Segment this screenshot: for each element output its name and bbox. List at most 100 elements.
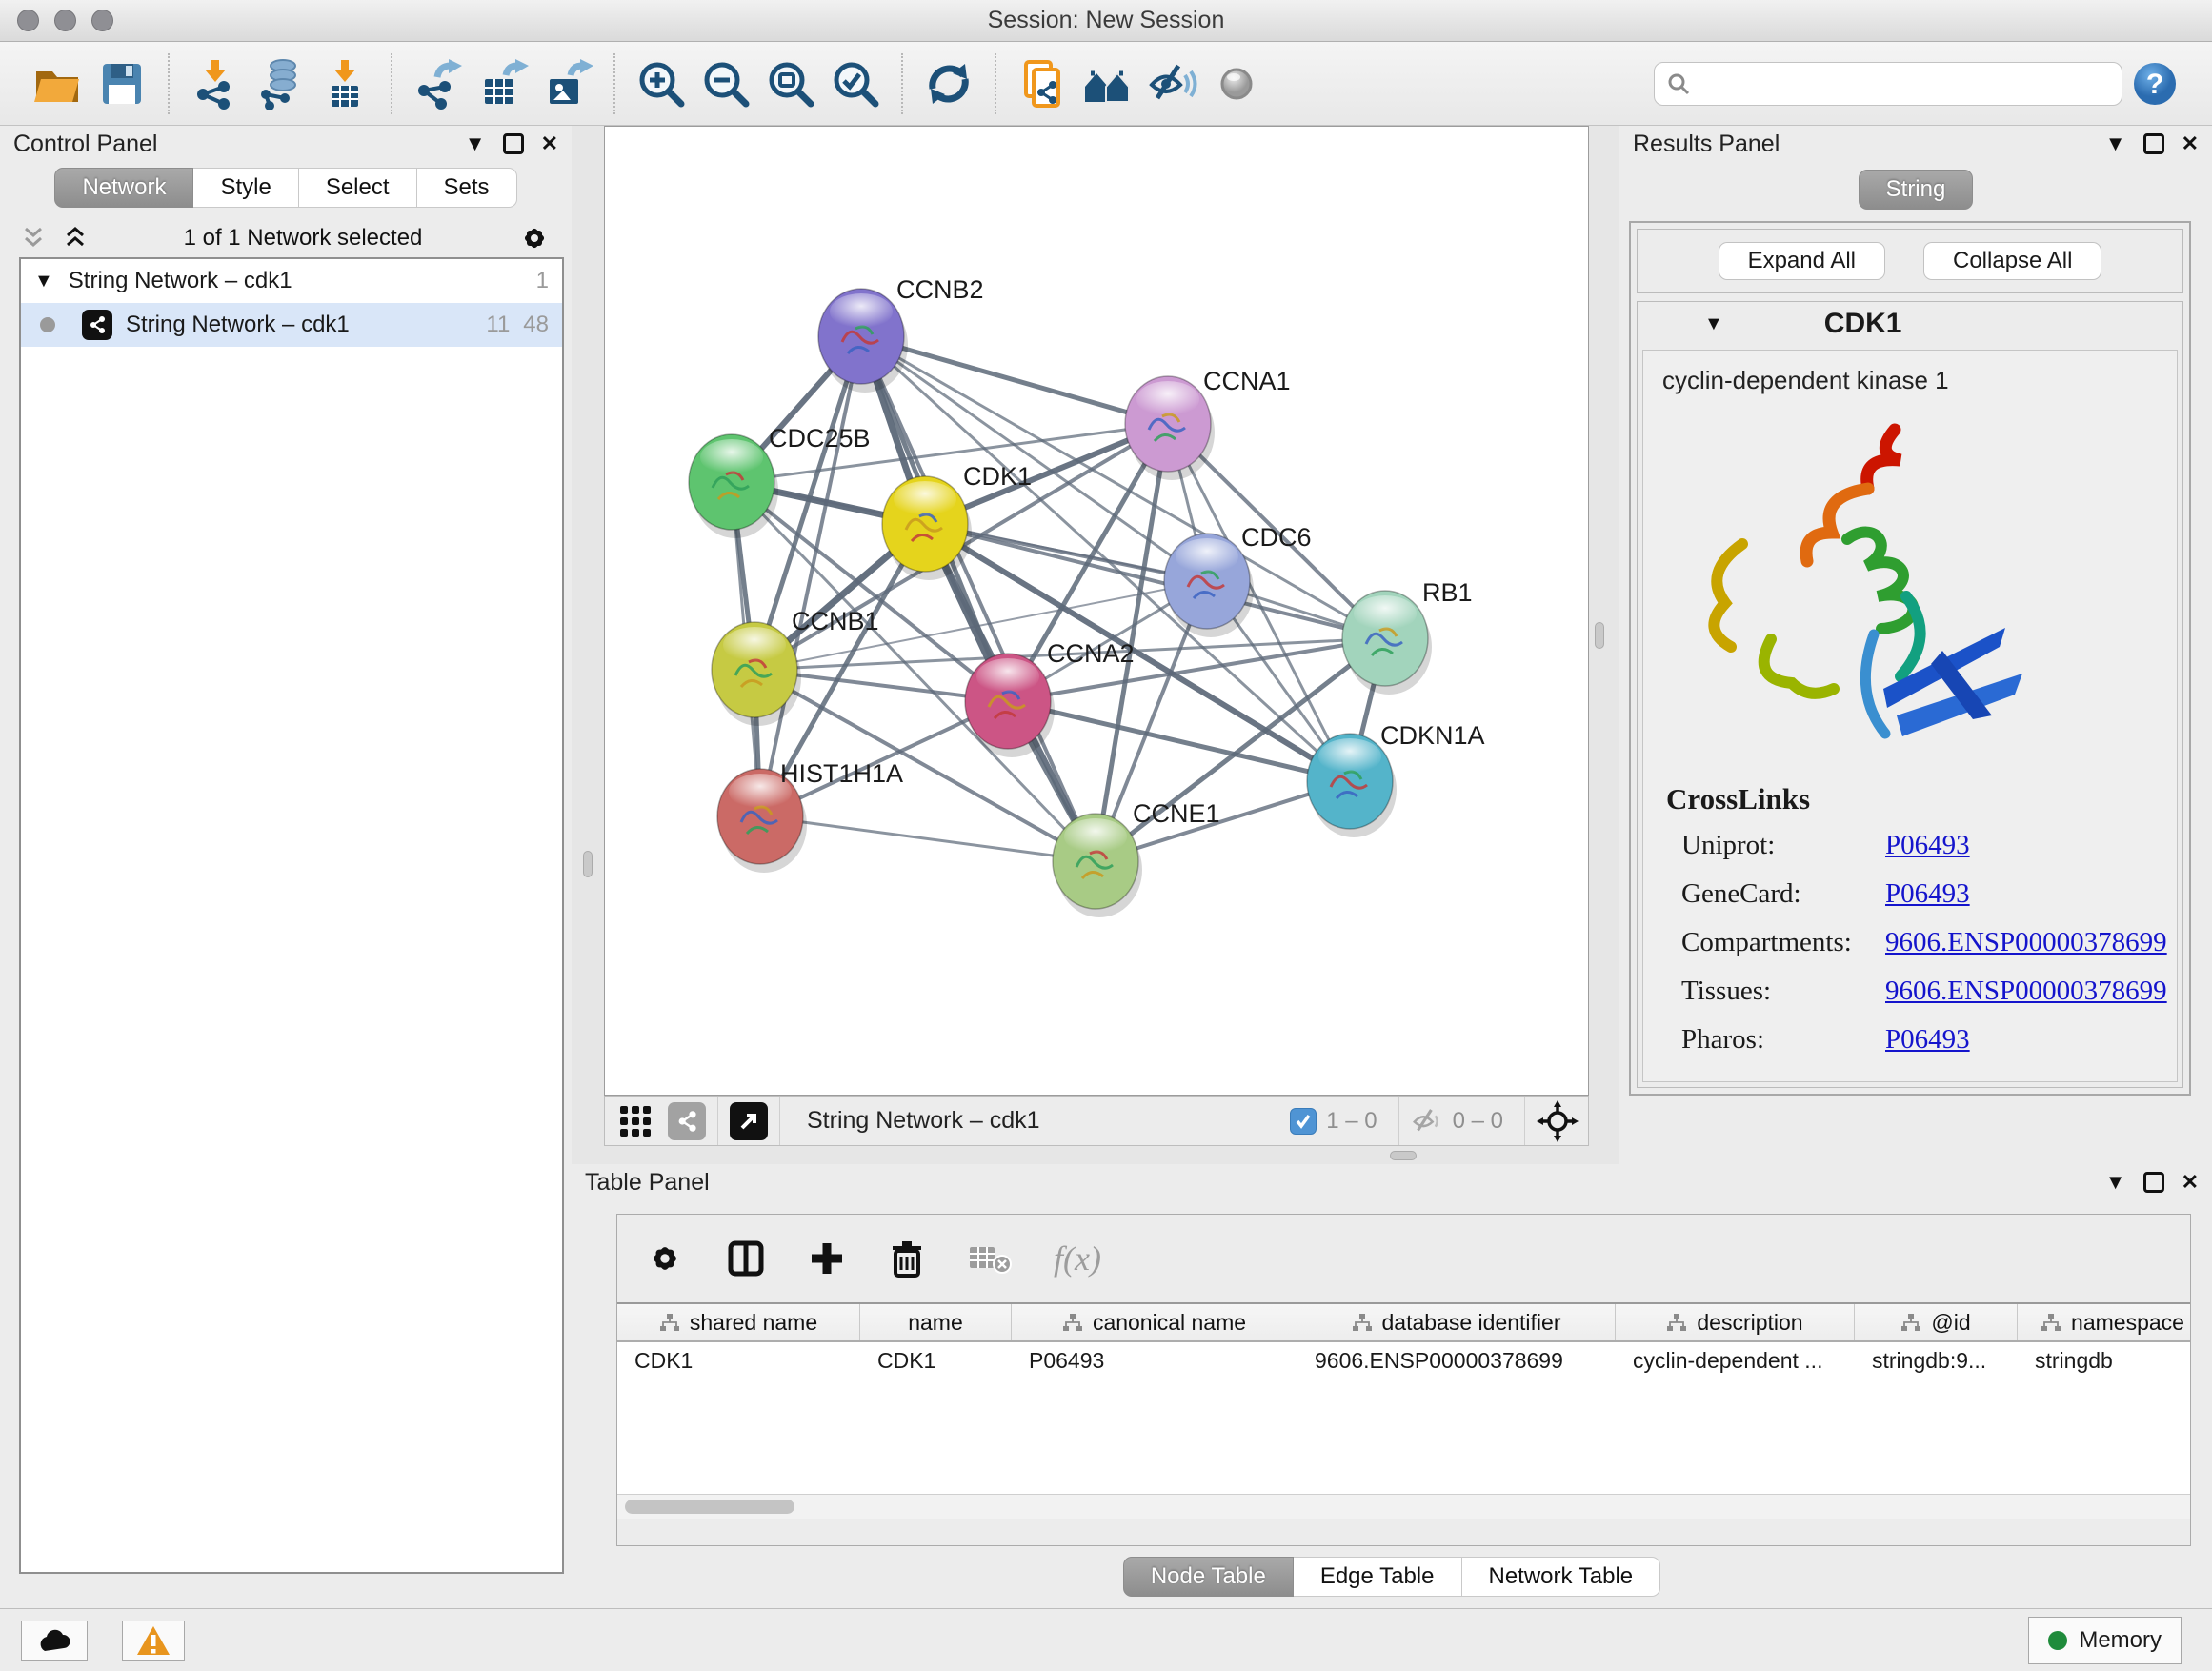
node-CDK1[interactable] [882,476,972,580]
tab-node-table[interactable]: Node Table [1123,1557,1294,1597]
column-header-shared-name[interactable]: shared name [617,1304,860,1340]
tab-network-table[interactable]: Network Table [1462,1557,1661,1597]
string-view-icon[interactable] [668,1102,706,1140]
panel-float-icon[interactable] [2143,1172,2164,1193]
node-CDC25B[interactable] [689,434,778,538]
protein-section-header[interactable]: ▼ CDK1 [1638,302,2182,346]
bottom-splitter-handle[interactable] [1390,1151,1417,1160]
refresh-icon[interactable] [921,54,976,113]
network-row[interactable]: String Network – cdk1 11 48 [21,303,562,347]
import-table-icon[interactable] [317,54,372,113]
left-splitter-handle[interactable] [583,851,593,877]
edge-CDK1-RB1[interactable] [925,524,1385,638]
node-CCNB2[interactable] [818,289,908,393]
fit-selected-crosshair-icon[interactable] [1537,1100,1579,1142]
collapse-all-icon[interactable] [21,226,46,251]
tab-network[interactable]: Network [54,168,193,208]
zoom-selected-icon[interactable] [828,54,883,113]
add-column-icon[interactable] [808,1239,846,1278]
delete-column-icon[interactable] [888,1239,926,1278]
grid-view-icon[interactable] [614,1100,656,1142]
collapse-all-button[interactable]: Collapse All [1923,242,2101,280]
zoom-fit-icon[interactable] [763,54,818,113]
table-cell[interactable]: P06493 [1012,1342,1297,1380]
selected-nodes-checkbox-icon[interactable] [1290,1108,1317,1135]
panel-close-icon[interactable]: ✕ [2182,1170,2199,1195]
crosslink-link[interactable]: P06493 [1885,830,1970,861]
crosslink-link[interactable]: P06493 [1885,878,1970,910]
panel-collapse-icon[interactable]: ▼ [2105,131,2126,156]
tab-select[interactable]: Select [299,168,417,208]
edge-CCNA2-CDKN1A[interactable] [1008,701,1350,781]
zoom-in-icon[interactable] [633,54,689,113]
tab-sets[interactable]: Sets [417,168,517,208]
table-cell[interactable]: stringdb [2018,1342,2190,1380]
table-cell[interactable]: CDK1 [617,1342,860,1380]
edge-CCNB2-HIST1H1A[interactable] [760,336,861,816]
save-session-icon[interactable] [94,54,150,113]
zoom-out-icon[interactable] [698,54,754,113]
network-graph[interactable]: CCNB2CCNA1CDC25BCDK1CDC6RB1CCNB1CCNA2CDK… [605,127,1588,1095]
panel-close-icon[interactable]: ✕ [541,131,558,156]
column-header-database-identifier[interactable]: database identifier [1297,1304,1616,1340]
node-CCNA1[interactable] [1125,376,1215,480]
export-network-icon[interactable] [411,54,466,113]
column-header-name[interactable]: name [860,1304,1012,1340]
warnings-button[interactable] [122,1621,185,1661]
expand-all-icon[interactable] [63,226,88,251]
network-canvas[interactable]: CCNB2CCNA1CDC25BCDK1CDC6RB1CCNB1CCNA2CDK… [604,126,1589,1096]
open-session-icon[interactable] [30,54,85,113]
table-hscrollbar[interactable] [617,1494,2190,1519]
memory-button[interactable]: Memory [2028,1617,2182,1664]
crosslink-link[interactable]: 9606.ENSP00000378699 [1885,927,2167,958]
tab-string[interactable]: String [1859,170,1974,210]
show-hide-glasses-icon[interactable] [1144,54,1199,113]
column-header-namespace[interactable]: namespace [2018,1304,2190,1340]
network-collection-row[interactable]: ▼ String Network – cdk1 1 [21,259,562,303]
right-splitter-handle[interactable] [1595,622,1604,649]
table-cell[interactable]: cyclin-dependent ... [1616,1342,1855,1380]
collection-caret-icon[interactable]: ▼ [34,271,53,292]
panel-collapse-icon[interactable]: ▼ [465,131,486,156]
hscrollbar-thumb[interactable] [625,1500,794,1514]
column-header-@id[interactable]: @id [1855,1304,2018,1340]
table-row[interactable]: CDK1CDK1P064939606.ENSP00000378699cyclin… [617,1342,2190,1380]
crosslink-link[interactable]: P06493 [1885,1024,1970,1056]
string-home-icon[interactable] [1079,54,1135,113]
table-cell[interactable]: CDK1 [860,1342,1012,1380]
table-gear-icon[interactable] [646,1239,684,1278]
title-bar: Session: New Session [0,0,2212,42]
open-in-window-icon[interactable] [730,1102,768,1140]
level-of-detail-icon[interactable] [1209,54,1264,113]
table-cell[interactable]: 9606.ENSP00000378699 [1297,1342,1616,1380]
tab-style[interactable]: Style [193,168,298,208]
node-CCNA2[interactable] [965,654,1055,757]
panel-collapse-icon[interactable]: ▼ [2105,1170,2126,1195]
clone-network-icon[interactable] [1015,54,1070,113]
help-icon[interactable]: ? [2127,54,2182,113]
panel-close-icon[interactable]: ✕ [2182,131,2199,156]
gear-icon[interactable] [518,222,551,254]
export-table-icon[interactable] [475,54,531,113]
table-tabs: Node TableEdge TableNetwork Table [572,1557,2212,1597]
import-network-icon[interactable] [188,54,243,113]
edge-CCNE1-HIST1H1A[interactable] [760,816,1096,861]
section-caret-icon[interactable]: ▼ [1704,313,1723,335]
search-box[interactable] [1654,62,2122,106]
panel-float-icon[interactable] [503,133,524,154]
node-CDC6[interactable] [1164,534,1254,637]
tab-edge-table[interactable]: Edge Table [1294,1557,1462,1597]
expand-all-button[interactable]: Expand All [1719,242,1885,280]
column-header-canonical-name[interactable]: canonical name [1012,1304,1297,1340]
panel-float-icon[interactable] [2143,133,2164,154]
export-image-icon[interactable] [540,54,595,113]
show-columns-icon[interactable] [726,1238,766,1278]
automation-cloud-button[interactable] [21,1621,88,1661]
column-header-description[interactable]: description [1616,1304,1855,1340]
search-input[interactable] [1700,70,2110,96]
node-CCNE1[interactable] [1053,814,1142,917]
import-database-icon[interactable] [252,54,308,113]
crosslink-link[interactable]: 9606.ENSP00000378699 [1885,976,2167,1007]
node-RB1[interactable] [1342,591,1432,695]
table-cell[interactable]: stringdb:9... [1855,1342,2018,1380]
